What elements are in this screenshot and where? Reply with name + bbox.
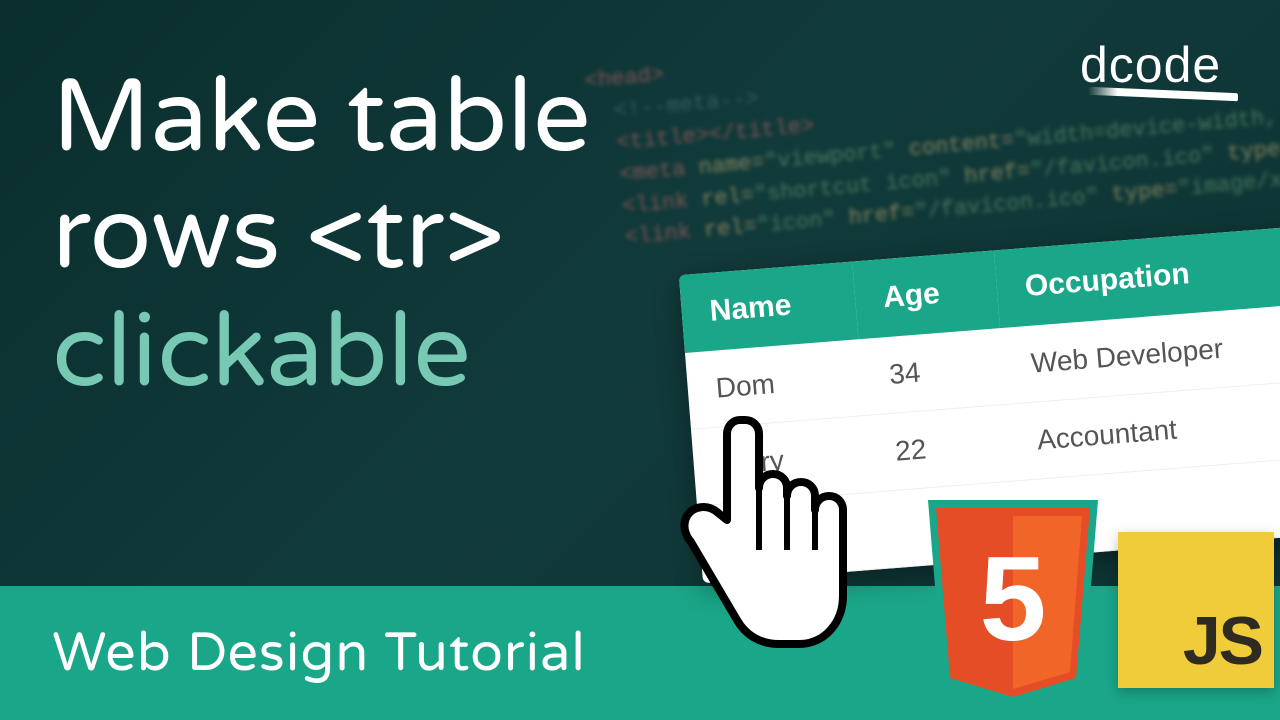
html5-badge-icon: 5: [918, 490, 1108, 710]
code-line: <!--meta-->: [587, 86, 760, 126]
cell-age: 34: [858, 328, 1006, 415]
footer-label: Web Design Tutorial: [52, 621, 586, 686]
hero-panel: <head> <!--meta--> <title></title> <meta…: [0, 0, 1280, 586]
brand-logo: dcode: [1080, 36, 1238, 98]
headline-line-1: Make table: [52, 60, 591, 177]
pointer-cursor-icon: [655, 400, 855, 660]
js-badge-icon: JS: [1118, 532, 1274, 688]
code-line: <link: [598, 219, 705, 253]
cell-age: 22: [864, 404, 1012, 492]
headline-line-3: clickable: [52, 295, 591, 412]
headline: Make table rows <tr> clickable: [52, 60, 591, 412]
code-line: <link: [595, 187, 702, 221]
table-header-name: Name: [679, 262, 858, 353]
code-line: <title></title>: [589, 113, 815, 157]
table-header-age: Age: [852, 250, 1000, 339]
brand-text: dcode: [1080, 37, 1221, 93]
html5-number: 5: [980, 532, 1047, 666]
code-line: <head>: [584, 62, 665, 94]
code-line: <meta: [592, 155, 699, 189]
headline-line-2: rows <tr>: [52, 177, 591, 294]
js-badge-label: JS: [1183, 602, 1262, 680]
